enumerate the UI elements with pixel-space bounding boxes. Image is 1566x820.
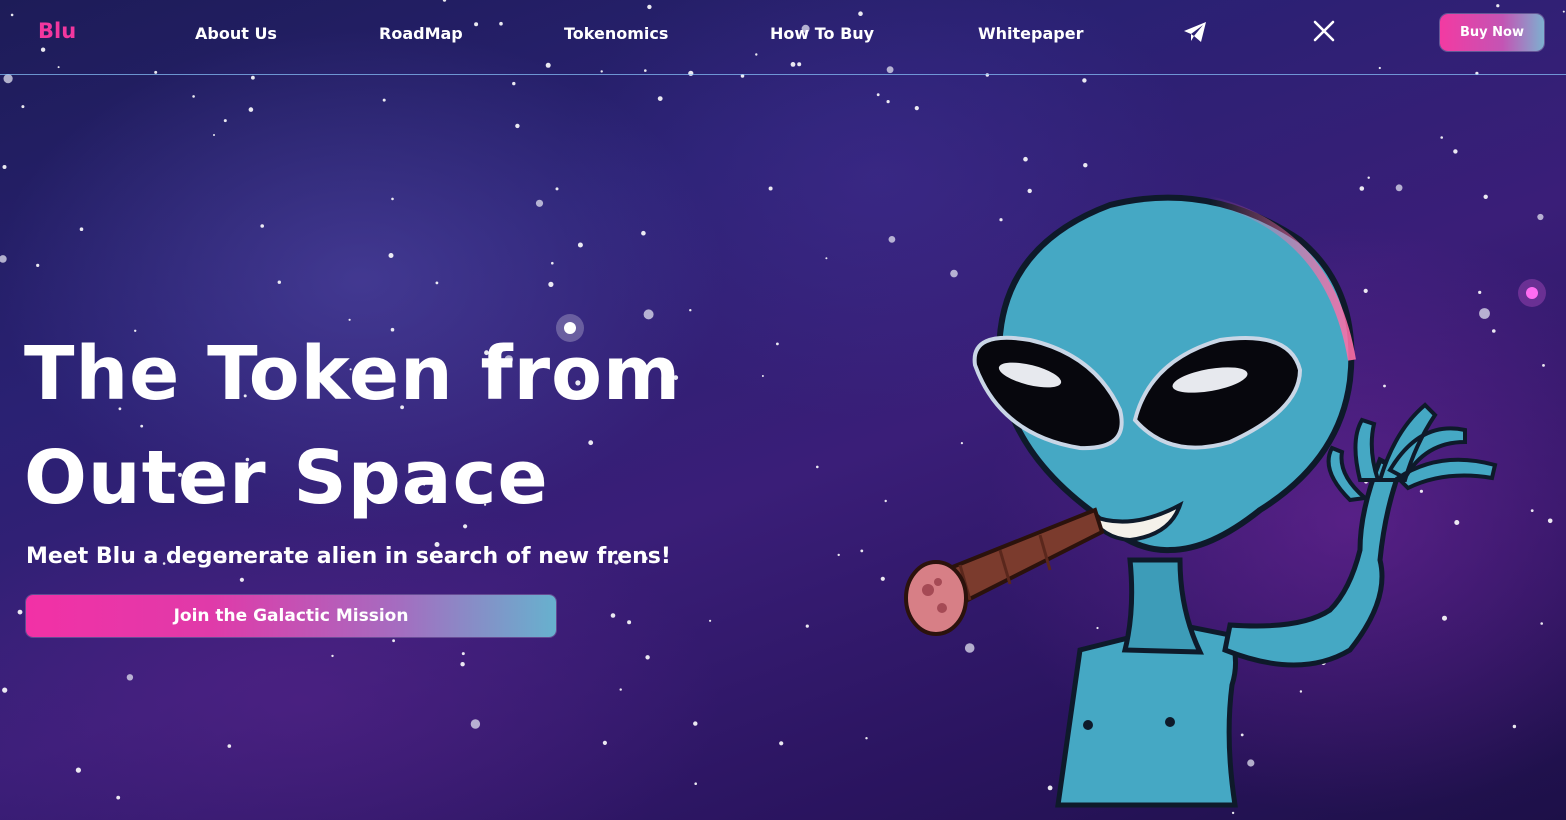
star bbox=[392, 639, 395, 643]
star bbox=[602, 740, 608, 746]
x-twitter-icon[interactable] bbox=[1311, 18, 1339, 46]
brand-logo[interactable]: Blu bbox=[38, 19, 76, 43]
telegram-icon[interactable] bbox=[1181, 18, 1209, 46]
star bbox=[470, 719, 481, 729]
star bbox=[577, 242, 583, 248]
nav-link-tokenomics[interactable]: Tokenomics bbox=[564, 24, 668, 43]
star bbox=[627, 620, 632, 625]
star bbox=[816, 465, 819, 469]
star bbox=[535, 199, 544, 207]
hero-title-line-1: The Token from bbox=[24, 331, 682, 417]
star bbox=[3, 74, 13, 84]
star bbox=[805, 624, 809, 628]
star bbox=[1537, 213, 1544, 221]
star bbox=[391, 197, 394, 201]
star bbox=[643, 309, 654, 320]
star bbox=[435, 281, 439, 285]
star bbox=[886, 100, 890, 104]
nav-link-about-us[interactable]: About Us bbox=[195, 24, 277, 43]
star bbox=[876, 93, 880, 97]
star bbox=[1542, 364, 1545, 367]
star bbox=[657, 96, 663, 101]
nav-link-whitepaper[interactable]: Whitepaper bbox=[978, 24, 1083, 43]
buy-now-button[interactable]: Buy Now bbox=[1440, 14, 1544, 51]
star bbox=[693, 721, 698, 726]
star bbox=[213, 134, 215, 136]
star bbox=[192, 95, 195, 98]
star bbox=[17, 609, 23, 615]
star bbox=[694, 782, 697, 785]
star bbox=[227, 744, 232, 748]
top-navbar: Blu About Us RoadMap Tokenomics How To B… bbox=[0, 0, 1566, 75]
star bbox=[1082, 78, 1087, 83]
star bbox=[331, 654, 334, 658]
alien-mascot-image bbox=[904, 194, 1498, 808]
star bbox=[709, 619, 712, 622]
star bbox=[248, 107, 254, 112]
star bbox=[2, 687, 8, 693]
star bbox=[865, 737, 868, 740]
star bbox=[1083, 163, 1088, 168]
star bbox=[2, 165, 7, 169]
star bbox=[1440, 136, 1443, 139]
star bbox=[768, 186, 773, 191]
star bbox=[1231, 811, 1235, 815]
star bbox=[1453, 149, 1458, 154]
star bbox=[0, 255, 7, 263]
star bbox=[548, 281, 554, 287]
star bbox=[555, 187, 559, 191]
star bbox=[1367, 176, 1370, 179]
star bbox=[251, 75, 255, 80]
star bbox=[779, 741, 784, 746]
nav-link-how-to-buy[interactable]: How To Buy bbox=[770, 24, 874, 43]
star bbox=[116, 795, 121, 800]
star bbox=[860, 549, 864, 553]
star bbox=[260, 224, 265, 228]
star bbox=[641, 230, 646, 236]
star bbox=[1023, 156, 1028, 162]
star bbox=[126, 674, 134, 681]
star bbox=[1530, 509, 1534, 512]
glow-star-core bbox=[1526, 287, 1538, 299]
star bbox=[223, 119, 227, 123]
star bbox=[1540, 622, 1543, 625]
star bbox=[460, 662, 465, 667]
star bbox=[645, 655, 650, 660]
star bbox=[914, 106, 919, 111]
join-mission-button[interactable]: Join the Galactic Mission bbox=[26, 595, 556, 637]
star bbox=[461, 652, 465, 656]
star bbox=[837, 553, 840, 557]
star bbox=[239, 577, 244, 582]
star bbox=[21, 105, 25, 109]
nav-link-roadmap[interactable]: RoadMap bbox=[379, 24, 463, 43]
star bbox=[388, 253, 394, 258]
star bbox=[619, 688, 622, 691]
hero-subtitle: Meet Blu a degenerate alien in search of… bbox=[26, 544, 671, 569]
star bbox=[825, 257, 828, 260]
star bbox=[515, 123, 520, 129]
hero-title: The Token from Outer Space bbox=[24, 322, 784, 530]
hero-title-line-2: Outer Space bbox=[24, 435, 549, 521]
star bbox=[382, 98, 386, 102]
star bbox=[610, 613, 616, 618]
star bbox=[79, 227, 84, 231]
star bbox=[689, 309, 692, 312]
star bbox=[75, 767, 81, 773]
star bbox=[277, 280, 281, 284]
star bbox=[1547, 518, 1553, 524]
star bbox=[551, 261, 554, 265]
star bbox=[512, 81, 516, 86]
star bbox=[36, 263, 40, 267]
star bbox=[348, 318, 351, 321]
